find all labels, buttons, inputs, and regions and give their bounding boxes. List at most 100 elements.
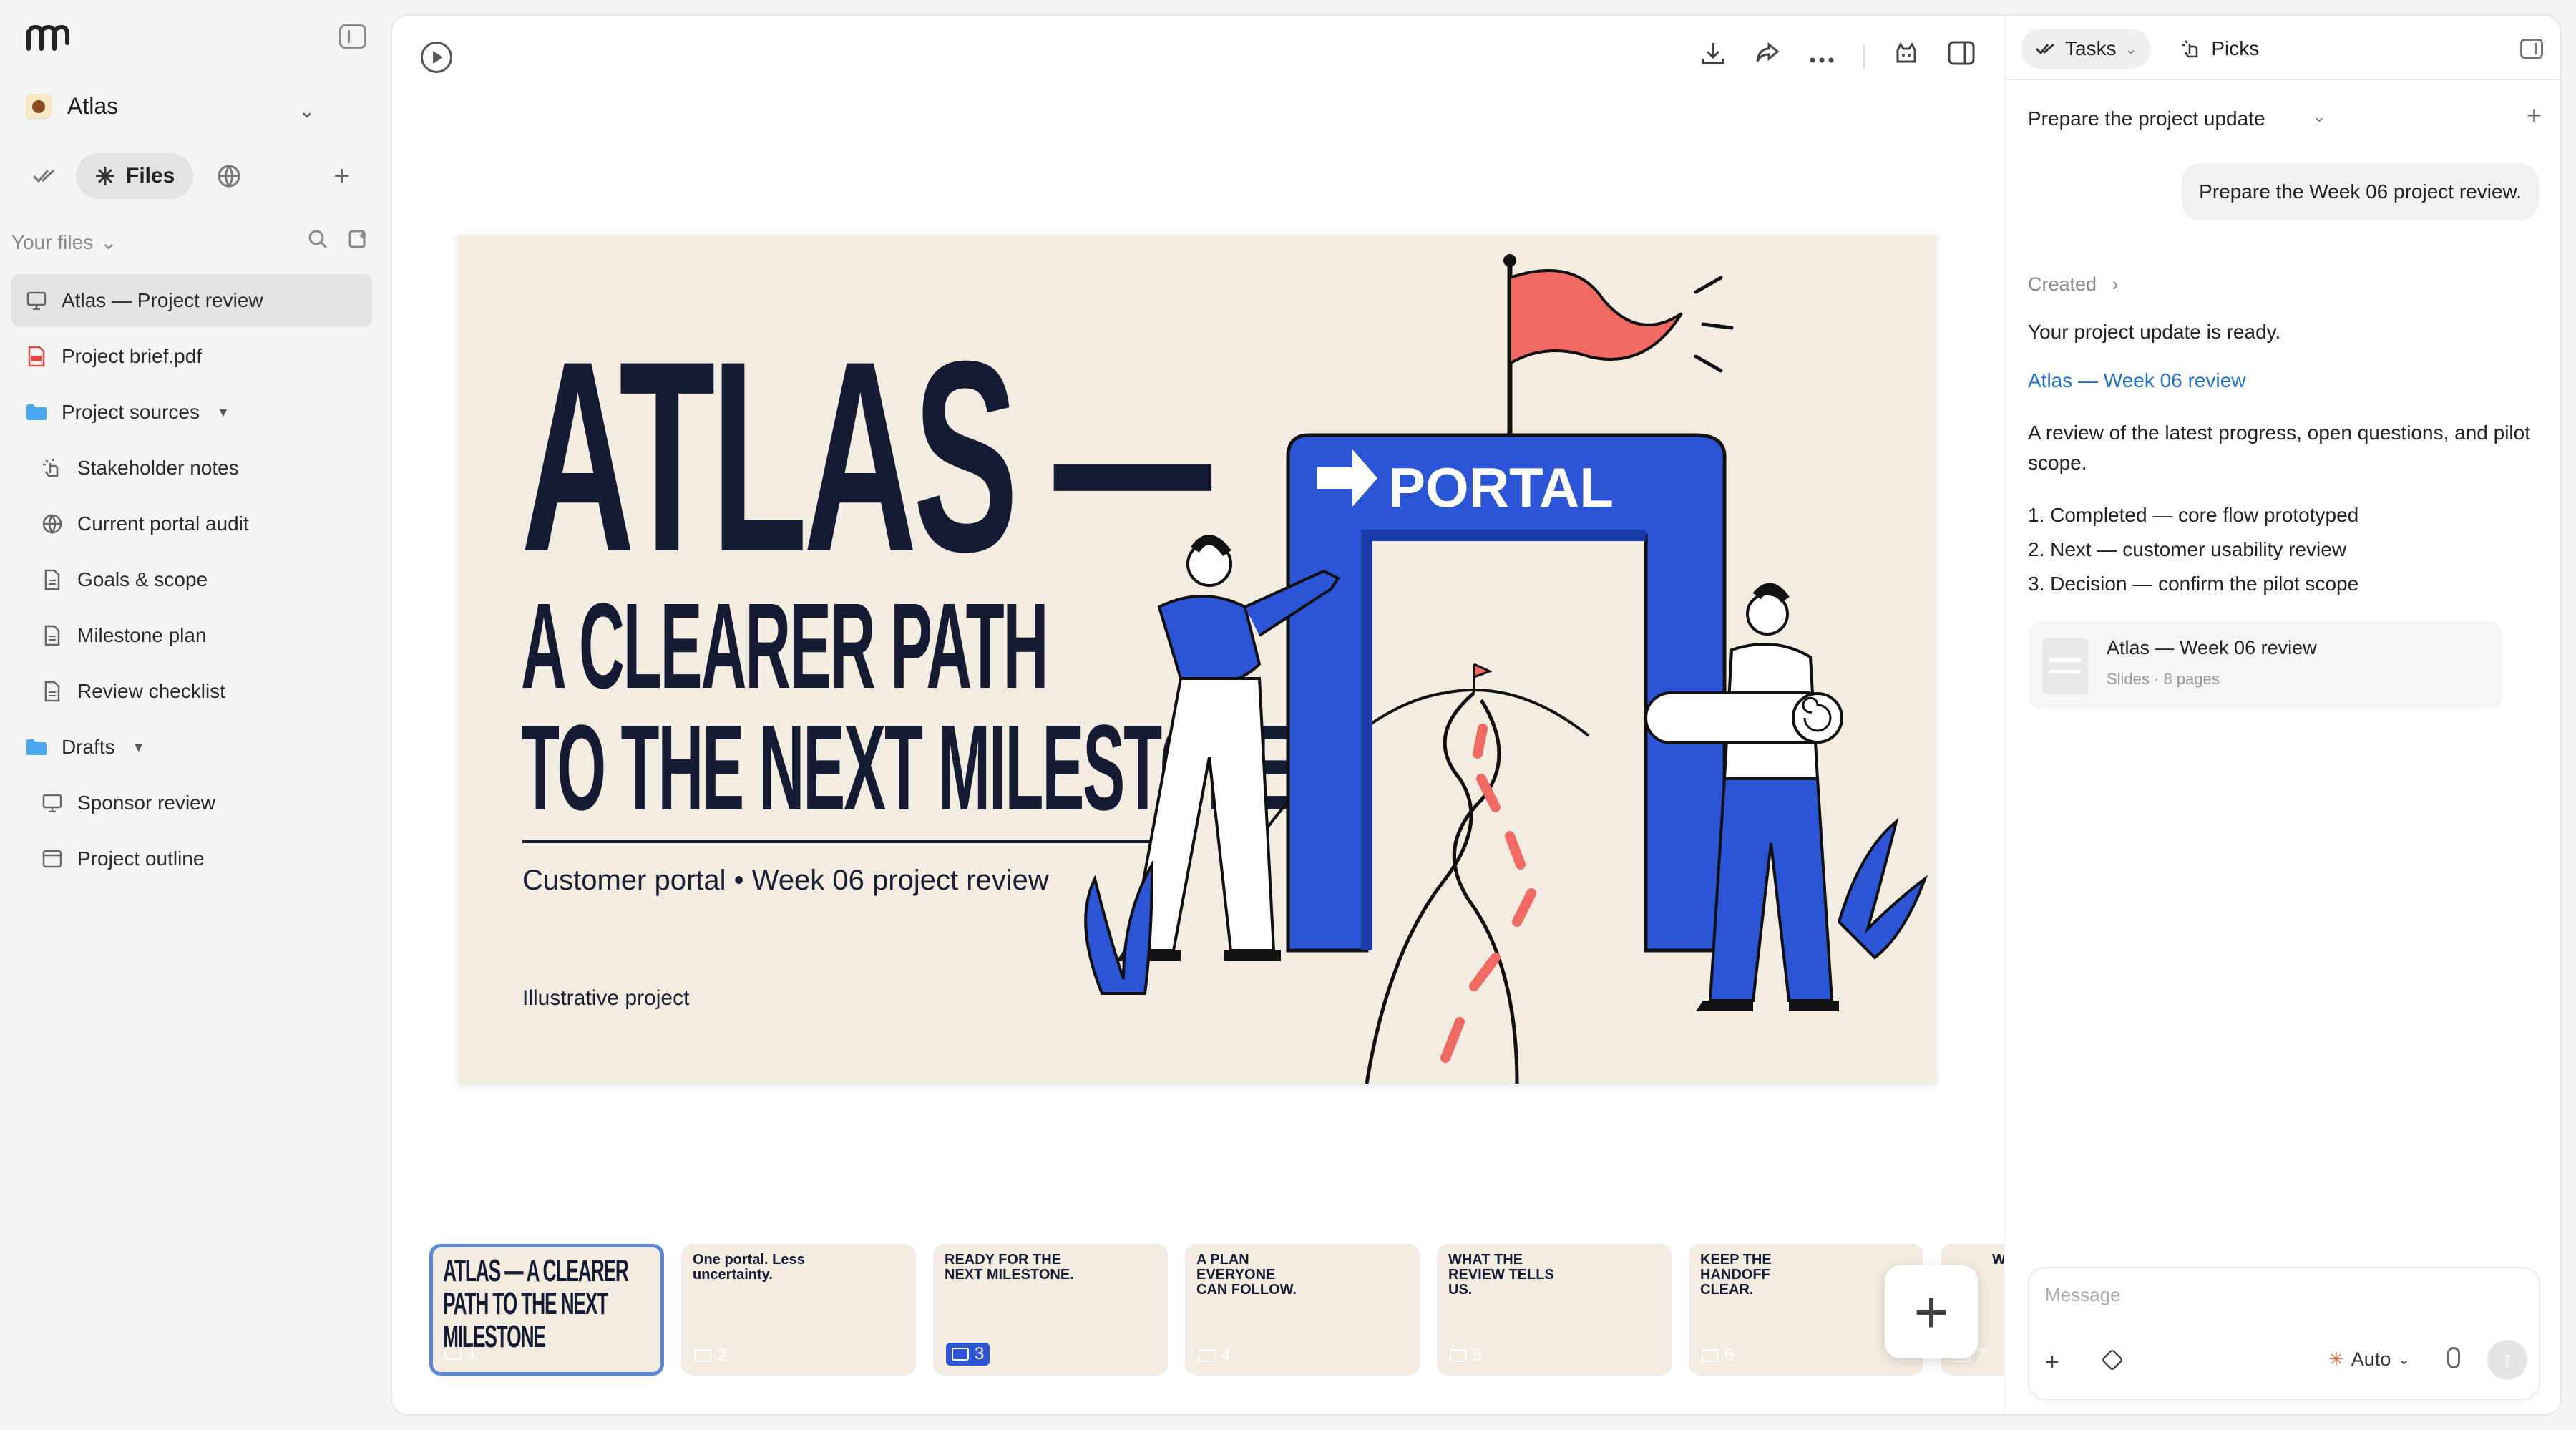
tab-tasks[interactable]: Tasks ⌄ [2021, 29, 2152, 69]
result-link[interactable]: Atlas — Week 06 review [2028, 369, 2246, 392]
presentation-icon [40, 791, 64, 815]
file-item-label: Stakeholder notes [77, 457, 239, 479]
attach-plus-icon[interactable]: + [2045, 1348, 2059, 1376]
assistant-tabs: Tasks ⌄ Picks [2021, 29, 2273, 69]
tab-tasks-label: Tasks [2065, 37, 2117, 59]
tab-files-label: Files [126, 164, 175, 188]
slide-thumbnail[interactable]: WHAT THE REVIEW TELLS US. 5 [1437, 1244, 1672, 1376]
list-item: 2. Next — customer usability review [2028, 538, 2347, 560]
workspace-avatar [26, 93, 52, 120]
new-task-plus-icon[interactable]: + [2527, 100, 2542, 130]
slide-thumbnail[interactable]: ATLAS — A CLEARER PATH TO THE NEXT MILES… [429, 1244, 664, 1376]
chevron-down-icon: ⌄ [2124, 41, 2137, 57]
sidebar: Atlas ⌄ Files + Your files ⌄ Atlas — Pro… [0, 0, 386, 1430]
play-icon[interactable] [421, 42, 452, 73]
file-item-milestone-plan[interactable]: Milestone plan [11, 609, 372, 662]
result-card[interactable]: Atlas — Week 06 review Slides · 8 pages [2028, 621, 2503, 709]
thumbnail-title: ATLAS — A CLEARER PATH TO THE NEXT MILES… [443, 1253, 629, 1355]
add-slide-button[interactable]: + [1885, 1265, 1978, 1358]
file-item-current-portal-audit[interactable]: Current portal audit [11, 497, 372, 550]
microphone-icon[interactable] [2447, 1347, 2460, 1368]
new-item-plus-icon[interactable]: + [333, 162, 350, 190]
share-icon[interactable] [1755, 40, 1780, 72]
message-input[interactable]: Message [2045, 1284, 2121, 1306]
file-item-label: Atlas — Project review [62, 289, 263, 311]
thumbnail-title: KEEP THE HANDOFF CLEAR. [1700, 1252, 1772, 1298]
tasks-check-icon[interactable] [26, 157, 63, 195]
file-item-sponsor-review[interactable]: Sponsor review [11, 777, 372, 830]
more-icon[interactable] [1809, 42, 1835, 70]
tab-picks[interactable]: Picks [2167, 29, 2273, 69]
assistant-reply-ready: Your project update is ready. [2028, 321, 2281, 343]
your-files-label[interactable]: Your files ⌄ [11, 230, 117, 254]
globe-icon [40, 512, 64, 536]
send-button[interactable]: ↑ [2487, 1340, 2527, 1380]
file-item-stakeholder-notes[interactable]: Stakeholder notes [11, 442, 372, 495]
workspace-name: Atlas [67, 93, 119, 119]
slide-meta: Customer portal • Week 06 project review [522, 865, 1049, 896]
thumbnail-number: 2 [694, 1346, 726, 1366]
file-tools [308, 229, 368, 254]
task-selector[interactable]: Prepare the project update [2028, 107, 2265, 130]
cube-icon[interactable] [2101, 1348, 2124, 1371]
panel-toggle-icon[interactable] [1948, 41, 1975, 72]
file-item-label: Current portal audit [77, 512, 249, 535]
workspace-switcher[interactable]: Atlas [26, 93, 118, 120]
assistant-icon[interactable] [1893, 40, 1919, 72]
editor-toolbar [1700, 40, 1975, 72]
panel-toggle-icon[interactable] [2520, 39, 2543, 59]
folder-project-sources[interactable]: Project sources ▼ [11, 386, 372, 439]
tab-picks-label: Picks [2211, 37, 2260, 59]
new-file-icon[interactable] [348, 229, 368, 254]
file-item-review-checklist[interactable]: Review checklist [11, 665, 372, 718]
created-disclosure[interactable]: Created › [2028, 273, 2119, 296]
slide-thumbnail[interactable]: One portal. Less uncertainty. 2 [681, 1244, 916, 1376]
message-composer: Message + ✳ Auto ⌄ ↑ [2028, 1267, 2540, 1400]
tap-icon [40, 456, 64, 480]
slide-subtitle-line-1: A CLEARER PATH [521, 578, 1048, 714]
chevron-down-icon[interactable]: ⌄ [2313, 107, 2326, 126]
file-item-label: Goals & scope [77, 568, 208, 590]
your-files-text: Your files [11, 230, 94, 253]
file-item-label: Project outline [77, 847, 205, 870]
chevron-right-icon: › [2112, 273, 2119, 295]
thumbnail-title: WHAT THE REVIEW TELLS US. [1448, 1252, 1554, 1298]
tab-files[interactable]: Files [76, 153, 194, 199]
thumbnail-title: READY FOR THE NEXT MILESTONE. [945, 1252, 1074, 1283]
tasks-check-icon [2035, 43, 2054, 55]
portal-sign-text: PORTAL [1388, 456, 1614, 519]
assistant-reply-description: A review of the latest progress, open qu… [2028, 422, 2530, 474]
file-item-label: Sponsor review [77, 792, 215, 814]
result-card-title: Atlas — Week 06 review [2107, 637, 2317, 658]
file-item-label: Review checklist [77, 680, 225, 702]
thumbnail-number: 1 [444, 1343, 477, 1363]
current-slide[interactable]: ATLAS — A CLEARER PATH TO THE NEXT MILES… [458, 235, 1936, 1084]
file-item-project-brief[interactable]: Project brief.pdf [11, 330, 372, 383]
presentation-icon [24, 288, 49, 313]
spark-icon: ✳ [2328, 1348, 2344, 1370]
caret-down-icon[interactable]: ▼ [132, 740, 145, 755]
file-item-label: Project brief.pdf [62, 345, 203, 367]
file-item-goals-scope[interactable]: Goals & scope [11, 553, 372, 606]
window-icon [40, 847, 64, 871]
portal-illustration: PORTAL [1084, 254, 1928, 1084]
file-item-atlas-project-review[interactable]: Atlas — Project review [11, 274, 372, 327]
slide-thumbnail[interactable]: READY FOR THE NEXT MILESTONE. 3 [933, 1244, 1168, 1376]
slide-thumbnail[interactable]: A PLAN EVERYONE CAN FOLLOW. 4 [1185, 1244, 1420, 1376]
sparkle-icon [96, 167, 114, 185]
caret-down-icon[interactable]: ▼ [217, 405, 230, 420]
model-selector[interactable]: ✳ Auto ⌄ [2328, 1348, 2410, 1371]
globe-icon[interactable] [210, 157, 248, 195]
pdf-icon [24, 344, 49, 369]
thumbnail-number: 3 [946, 1343, 990, 1366]
folder-drafts[interactable]: Drafts ▼ [11, 721, 372, 774]
app-logo[interactable] [26, 21, 70, 53]
file-item-project-outline[interactable]: Project outline [11, 832, 372, 885]
doc-icon [40, 623, 64, 648]
user-message: Prepare the Week 06 project review. [2182, 163, 2539, 220]
chevron-down-icon[interactable]: ⌄ [299, 100, 315, 122]
chevron-down-icon: ⌄ [100, 231, 117, 253]
collapse-sidebar-icon[interactable] [339, 24, 366, 49]
search-icon[interactable] [308, 229, 328, 254]
download-icon[interactable] [1700, 40, 1726, 72]
